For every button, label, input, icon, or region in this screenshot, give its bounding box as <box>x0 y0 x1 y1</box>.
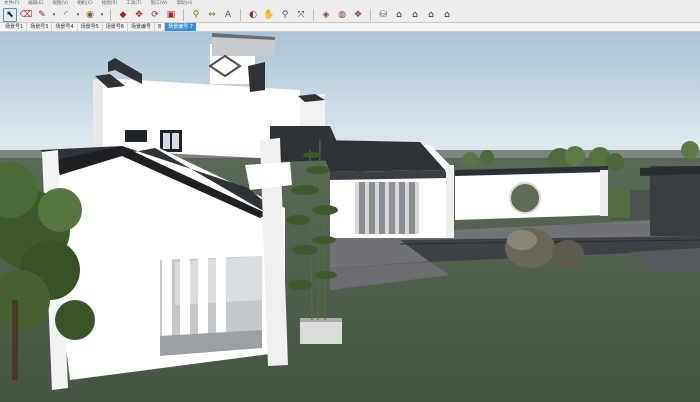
caret-down-icon[interactable]: ▾ <box>99 12 105 18</box>
menu-item[interactable]: 绘图(R) <box>102 0 118 7</box>
right-hedge <box>608 188 630 218</box>
menu-item[interactable]: 相机(C) <box>77 0 93 7</box>
moon-gate-wall <box>455 166 608 220</box>
toolbar-separator <box>183 8 184 21</box>
menu-item[interactable]: 帮助(H) <box>177 0 193 7</box>
toolbar-separator <box>370 8 371 21</box>
paint-bucket-icon[interactable]: ◈ <box>319 8 333 22</box>
pencil-icon[interactable]: ✎ <box>35 8 49 22</box>
toolbar-separator <box>313 8 314 21</box>
caret-down-icon[interactable]: ▾ <box>51 12 57 18</box>
menu-item[interactable]: 视图(V) <box>52 0 68 7</box>
push-pull-icon[interactable]: ◆ <box>116 8 130 22</box>
rotate-icon[interactable]: ⟳ <box>148 8 162 22</box>
select-arrow-icon[interactable]: ⬉ <box>3 7 17 22</box>
warehouse-icon[interactable]: ⛁ <box>376 8 390 22</box>
iso-view-icon[interactable]: ⌂ <box>392 8 406 22</box>
zoom-extents-icon[interactable]: ⤧ <box>294 8 308 22</box>
text-icon[interactable]: A <box>221 8 235 22</box>
materials-icon[interactable]: ❖ <box>351 8 365 22</box>
scene-tab[interactable]: 场景号3 <box>27 23 53 31</box>
orbit-icon[interactable]: ◐ <box>246 8 260 22</box>
zoom-icon[interactable]: ⚲ <box>278 8 292 22</box>
menu-item[interactable]: 文件(F) <box>4 0 19 7</box>
caret-down-icon[interactable]: ▾ <box>75 12 81 18</box>
toolbar-separator <box>110 8 111 21</box>
menu-item[interactable]: 编辑(E) <box>28 0 43 7</box>
pan-icon[interactable]: ✋ <box>262 8 276 22</box>
menu-bar: 文件(F) 编辑(E) 视图(V) 相机(C) 绘图(R) 工具(T) 窗口(W) 帮助(H) <box>0 0 700 7</box>
scene-tab[interactable]: 场景号4 <box>52 23 78 31</box>
components-icon[interactable]: ◍ <box>335 8 349 22</box>
toolbar-separator <box>240 8 241 21</box>
menu-item[interactable]: 窗口(W) <box>151 0 168 7</box>
3d-viewport[interactable] <box>0 32 700 402</box>
side-view-icon[interactable]: ⌂ <box>440 8 454 22</box>
scene-tab[interactable]: 场景号6 <box>103 23 128 31</box>
arc-icon[interactable]: ◜ <box>59 8 73 22</box>
move-icon[interactable]: ✥ <box>132 8 146 22</box>
shape-icon[interactable]: ◉ <box>83 8 97 22</box>
scene-tabs: 场景号1 场景号3 场景号4 场景号5 场景号6 场景编号 8 场景编号 7 <box>0 23 700 32</box>
front-view-icon[interactable]: ⌂ <box>424 8 438 22</box>
scene-tab[interactable]: 场景号1 <box>2 23 28 31</box>
toolbar: ⬉ ⌫ ✎ ▾ ◜ ▾ ◉ ▾ ◆ ✥ ⟳ ▣ ⚲ ⇔ A ◐ ✋ ⚲ ⤧ ◈ ◍ ❖ ⛁ ⌂ ⌂ ⌂ ⌂ <box>0 7 700 23</box>
scene-tab[interactable]: 场景编号 7 <box>165 23 196 31</box>
scale-icon[interactable]: ▣ <box>164 8 178 22</box>
menu-item[interactable]: 工具(T) <box>126 0 141 7</box>
scene-tab[interactable]: 场景编号 <box>128 23 155 31</box>
dimension-icon[interactable]: ⇔ <box>205 8 219 22</box>
top-view-icon[interactable]: ⌂ <box>408 8 422 22</box>
scene-tab[interactable]: 8 <box>155 23 166 31</box>
model-scene <box>0 32 700 402</box>
eraser-icon[interactable]: ⌫ <box>19 8 33 22</box>
tape-measure-icon[interactable]: ⚲ <box>189 8 203 22</box>
scene-tab[interactable]: 场景号5 <box>78 23 103 31</box>
